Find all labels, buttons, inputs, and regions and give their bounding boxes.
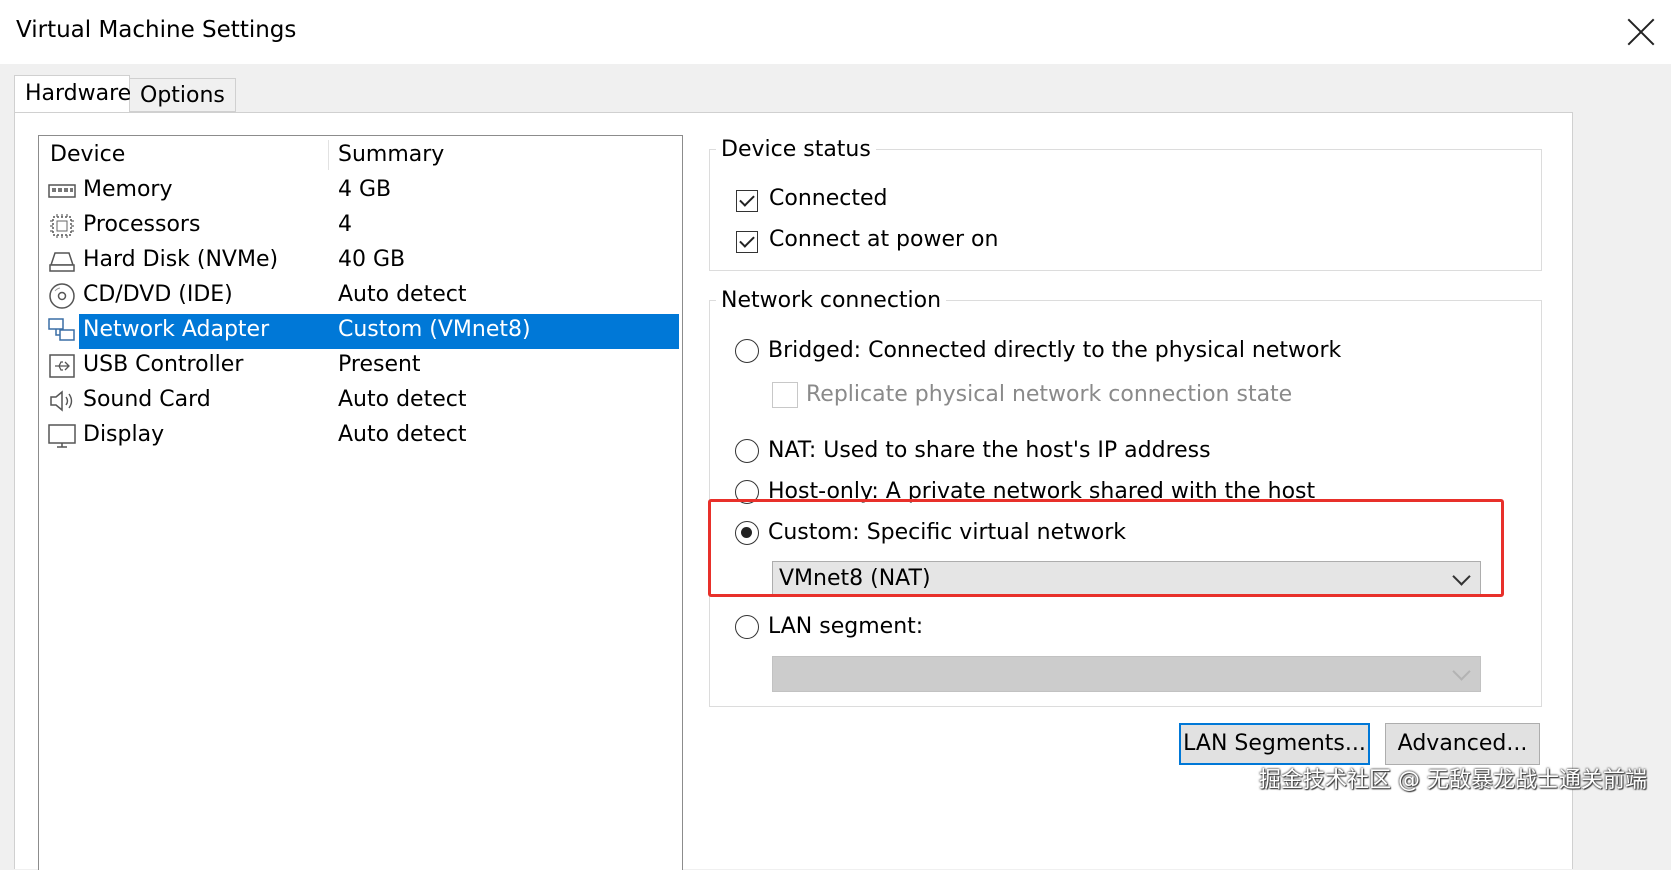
device-name: USB Controller (83, 352, 244, 377)
device-row-network-adapter[interactable]: Network Adapter Custom (VMnet8) (45, 314, 679, 349)
device-status-group: Device status Connected Connect at power… (709, 137, 1542, 271)
network-adapter-icon (48, 318, 75, 341)
device-summary: 4 GB (338, 177, 392, 202)
connect-at-power-on-label[interactable]: Connect at power on (769, 227, 998, 252)
device-summary: Present (338, 352, 421, 377)
nat-label[interactable]: NAT: Used to share the host's IP address (768, 438, 1211, 463)
title-bar: Virtual Machine Settings (0, 0, 1671, 64)
lan-segments-button[interactable]: LAN Segments... (1179, 723, 1370, 765)
connect-at-power-on-checkbox[interactable] (736, 231, 758, 253)
device-name: Display (83, 422, 165, 447)
replicate-state-label[interactable]: Replicate physical network connection st… (806, 382, 1292, 407)
device-list[interactable]: Device Summary Memory 4 GB Processors 4 … (38, 135, 683, 870)
speaker-icon (50, 390, 73, 412)
lan-segment-label[interactable]: LAN segment: (768, 614, 923, 639)
device-name: Hard Disk (NVMe) (83, 247, 279, 272)
device-row-usb[interactable]: USB Controller Present (45, 349, 679, 384)
tab-hardware[interactable]: Hardware (14, 75, 131, 115)
device-row-memory[interactable]: Memory 4 GB (45, 174, 679, 209)
network-connection-legend: Network connection (721, 288, 942, 313)
memory-icon (48, 184, 76, 198)
device-summary: 4 (338, 212, 352, 237)
watermark: 掘金技术社区 @ 无敌暴龙战士通关前端 (1259, 768, 1647, 793)
device-row-sound-card[interactable]: Sound Card Auto detect (45, 384, 679, 419)
device-column-header[interactable]: Device (50, 142, 125, 167)
device-summary: Auto detect (338, 282, 467, 307)
annotation-highlight-box (708, 499, 1504, 597)
window-title: Virtual Machine Settings (16, 17, 297, 43)
device-summary: Auto detect (338, 387, 467, 412)
device-summary: Auto detect (338, 422, 467, 447)
connected-checkbox[interactable] (736, 190, 758, 212)
connected-label[interactable]: Connected (769, 186, 887, 211)
processor-icon (50, 214, 74, 238)
device-name: Memory (83, 177, 173, 202)
device-name: CD/DVD (IDE) (83, 282, 233, 307)
hardware-panel: Device Summary Memory 4 GB Processors 4 … (14, 112, 1573, 870)
tab-options[interactable]: Options (130, 78, 236, 112)
device-status-legend: Device status (721, 137, 871, 162)
cd-dvd-icon (49, 283, 75, 309)
device-name: Sound Card (83, 387, 211, 412)
device-row-display[interactable]: Display Auto detect (45, 419, 679, 454)
chevron-down-icon (1452, 662, 1471, 681)
lan-segment-radio[interactable] (735, 615, 759, 639)
device-list-header: Device Summary (39, 136, 682, 174)
monitor-icon (48, 424, 76, 448)
column-divider[interactable] (328, 140, 329, 170)
device-row-hard-disk[interactable]: Hard Disk (NVMe) 40 GB (45, 244, 679, 279)
lan-segment-dropdown[interactable] (772, 656, 1481, 692)
hard-disk-icon (49, 252, 75, 272)
advanced-button[interactable]: Advanced... (1385, 723, 1540, 765)
summary-column-header[interactable]: Summary (338, 142, 444, 167)
nat-radio[interactable] (735, 439, 759, 463)
device-row-cd-dvd[interactable]: CD/DVD (IDE) Auto detect (45, 279, 679, 314)
usb-icon (49, 354, 75, 378)
close-icon[interactable] (1623, 14, 1659, 50)
network-connection-group: Network connection Bridged: Connected di… (709, 288, 1542, 707)
device-summary: Custom (VMnet8) (338, 317, 531, 342)
bridged-radio[interactable] (735, 339, 759, 363)
device-name: Network Adapter (83, 317, 270, 342)
replicate-state-checkbox[interactable] (772, 382, 798, 408)
bridged-label[interactable]: Bridged: Connected directly to the physi… (768, 338, 1341, 363)
device-row-processors[interactable]: Processors 4 (45, 209, 679, 244)
device-summary: 40 GB (338, 247, 406, 272)
device-name: Processors (83, 212, 201, 237)
